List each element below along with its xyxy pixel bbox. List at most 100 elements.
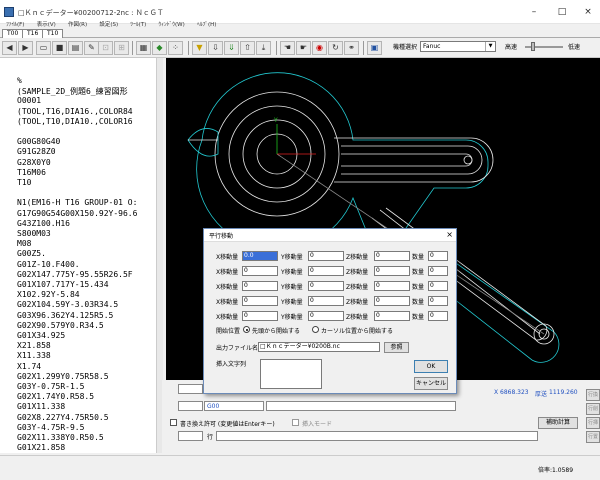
bottom-field-1[interactable] bbox=[178, 384, 203, 394]
save-icon[interactable]: ■ bbox=[52, 41, 67, 55]
dots-icon[interactable]: ⁘ bbox=[168, 41, 183, 55]
move-y-input[interactable]: 0 bbox=[308, 296, 344, 306]
print-icon[interactable]: ▤ bbox=[68, 41, 83, 55]
nc-code-panel[interactable]: % (SAMPLE_2D_例題6_練習図形 O0001 (TOOL,T16,DIA16… bbox=[0, 58, 162, 453]
line-replace-button[interactable]: 行置 bbox=[586, 431, 600, 443]
zoom-area-icon[interactable]: ⊞ bbox=[114, 41, 129, 55]
move-n-input[interactable]: 0 bbox=[428, 311, 448, 321]
step-up-icon[interactable]: ⇧ bbox=[240, 41, 255, 55]
tab-t10[interactable]: T10 bbox=[42, 29, 64, 38]
step-down-icon[interactable]: ⇩ bbox=[208, 41, 223, 55]
code-line[interactable]: (TOOL,T16,DIA16.,COLOR84 bbox=[17, 107, 133, 116]
menu-help[interactable]: ﾍﾙﾌﾟ(H) bbox=[197, 22, 216, 28]
move-n-input[interactable]: 0 bbox=[428, 251, 448, 261]
machine-icon[interactable]: ▣ bbox=[367, 41, 382, 55]
code-line[interactable]: G03Y-4.75R-9.5 bbox=[17, 423, 84, 432]
code-line[interactable]: G03Y-0.75R-1.5 bbox=[17, 382, 84, 391]
open-folder-icon[interactable]: ▭ bbox=[36, 41, 51, 55]
code-line[interactable]: O0001 bbox=[17, 96, 41, 105]
menu-window[interactable]: ｳｨﾝﾄﾞｳ(W) bbox=[159, 22, 185, 28]
code-line[interactable]: G43Z100.H16 bbox=[17, 219, 70, 228]
menu-tools[interactable]: ﾂｰﾙ(T) bbox=[130, 22, 146, 28]
code-line[interactable]: G02X1.74Y0.R58.5 bbox=[17, 392, 94, 401]
code-line[interactable]: T16M06 bbox=[17, 168, 46, 177]
code-line[interactable]: S800M03 bbox=[17, 229, 51, 238]
code-line[interactable]: G91G28Z0 bbox=[17, 147, 56, 156]
code-line[interactable]: G03X96.362Y4.125R5.5 bbox=[17, 311, 113, 320]
tab-t00[interactable]: T00 bbox=[2, 29, 24, 38]
browse-button[interactable]: 参照 bbox=[384, 342, 409, 353]
insert-string-input[interactable] bbox=[260, 359, 322, 389]
cutter-icon[interactable]: ▼ bbox=[192, 41, 207, 55]
code-line[interactable]: G02X1.299Y0.75R58.5 bbox=[17, 372, 109, 381]
minimize-button[interactable]: – bbox=[524, 4, 544, 20]
code-line[interactable]: G02X8.227Y4.75R50.5 bbox=[17, 413, 109, 422]
code-line[interactable]: G00G80G40 bbox=[17, 137, 60, 146]
code-line[interactable]: G01X21.858 bbox=[17, 443, 65, 452]
code-line[interactable]: X11.338 bbox=[17, 351, 51, 360]
speed-slider-thumb[interactable] bbox=[531, 42, 535, 51]
move-n-input[interactable]: 0 bbox=[428, 281, 448, 291]
menu-file[interactable]: ﾌｧｲﾙ(F) bbox=[6, 22, 24, 28]
move-y-input[interactable]: 0 bbox=[308, 251, 344, 261]
overwrite-checkbox[interactable] bbox=[170, 419, 177, 426]
move-z-input[interactable]: 0 bbox=[374, 296, 410, 306]
maximize-button[interactable]: □ bbox=[552, 4, 572, 20]
code-line[interactable]: G17G90G54G00X150.92Y-96.6 bbox=[17, 209, 137, 218]
code-line[interactable]: M08 bbox=[17, 239, 31, 248]
code-line[interactable]: X21.858 bbox=[17, 341, 51, 350]
hand-icon[interactable]: ☚ bbox=[280, 41, 295, 55]
radio-from-cursor[interactable] bbox=[312, 326, 319, 333]
code-line[interactable]: G00Z5. bbox=[17, 249, 46, 258]
move-n-input[interactable]: 0 bbox=[428, 266, 448, 276]
dialog-close-icon[interactable]: × bbox=[446, 230, 453, 239]
close-button[interactable]: × bbox=[578, 4, 598, 20]
move-z-input[interactable]: 0 bbox=[374, 251, 410, 261]
step-icon[interactable]: ⇓ bbox=[224, 41, 239, 55]
code-line[interactable]: G02X104.59Y-3.03R34.5 bbox=[17, 300, 118, 309]
hand-move-icon[interactable]: ☛ bbox=[296, 41, 311, 55]
rotate-icon[interactable]: ↻ bbox=[328, 41, 343, 55]
output-file-input[interactable]: □Ｋｎｃデーター¥0200B.nc bbox=[258, 342, 380, 352]
pen-icon[interactable]: ✎ bbox=[84, 41, 99, 55]
move-x-input[interactable]: 0 bbox=[242, 266, 278, 276]
cancel-button[interactable]: キャンセル bbox=[414, 377, 448, 390]
code-line[interactable]: T10 bbox=[17, 178, 31, 187]
zoom-icon[interactable]: ⊡ bbox=[98, 41, 113, 55]
code-line[interactable]: G02X90.579Y0.R34.5 bbox=[17, 321, 104, 330]
code-line[interactable]: % bbox=[17, 76, 22, 85]
move-y-input[interactable]: 0 bbox=[308, 281, 344, 291]
line-edit-field[interactable] bbox=[216, 431, 538, 441]
line-number-field[interactable] bbox=[178, 431, 203, 441]
tool-icon[interactable]: ◆ bbox=[152, 41, 167, 55]
code-line[interactable]: G01X34.925 bbox=[17, 331, 65, 340]
code-line[interactable]: G28X0Y0 bbox=[17, 158, 51, 167]
move-y-input[interactable]: 0 bbox=[308, 266, 344, 276]
view-icon[interactable]: ◉ bbox=[312, 41, 327, 55]
line-insert-button[interactable]: 行挿 bbox=[586, 417, 600, 429]
binoculars-icon[interactable]: ⚭ bbox=[344, 41, 359, 55]
move-z-input[interactable]: 0 bbox=[374, 266, 410, 276]
move-z-input[interactable]: 0 bbox=[374, 311, 410, 321]
move-x-input[interactable]: 0 bbox=[242, 296, 278, 306]
code-line[interactable]: X1.74 bbox=[17, 362, 41, 371]
ok-button[interactable]: OK bbox=[414, 360, 448, 373]
bottom-field-4[interactable] bbox=[266, 401, 456, 411]
menu-draw[interactable]: 作図(R) bbox=[68, 22, 87, 28]
move-x-input[interactable]: 0 bbox=[242, 281, 278, 291]
move-x-input[interactable]: 0.0 bbox=[242, 251, 278, 261]
move-n-input[interactable]: 0 bbox=[428, 296, 448, 306]
menu-view[interactable]: 表示(V) bbox=[37, 22, 56, 28]
model-select[interactable]: Fanuc ▼ bbox=[420, 41, 496, 52]
menu-settings[interactable]: 設定(S) bbox=[99, 22, 118, 28]
code-line[interactable]: G01Z-10.F400. bbox=[17, 260, 80, 269]
code-line[interactable]: G02X11.338Y0.R50.5 bbox=[17, 433, 104, 442]
tab-t16[interactable]: T16 bbox=[22, 29, 44, 38]
forward-arrow-icon[interactable]: ▶ bbox=[18, 41, 33, 55]
line-delete-button[interactable]: 行削 bbox=[586, 403, 600, 415]
code-line[interactable]: G01X107.717Y-15.434 bbox=[17, 280, 109, 289]
back-arrow-icon[interactable]: ◀ bbox=[2, 41, 17, 55]
insert-mode-checkbox[interactable] bbox=[292, 419, 299, 426]
bottom-field-3[interactable] bbox=[178, 401, 203, 411]
calc-button[interactable]: 補助計算 bbox=[538, 417, 578, 429]
